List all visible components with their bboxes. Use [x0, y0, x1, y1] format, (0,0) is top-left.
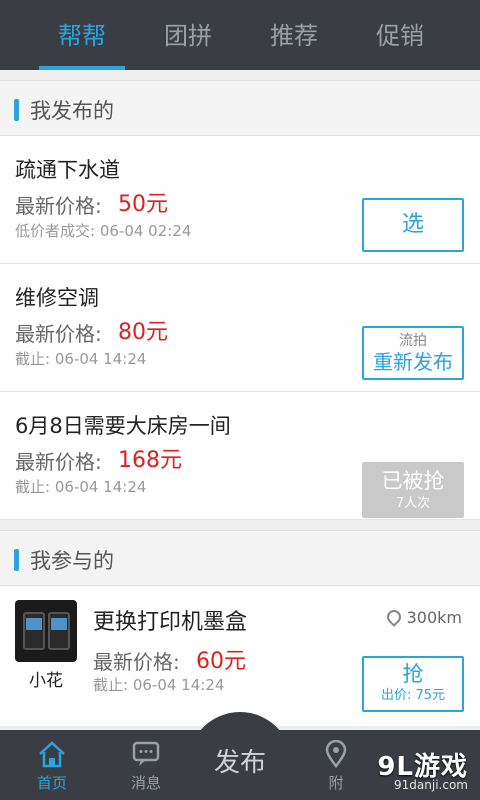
poster-username: 小花 [29, 671, 63, 691]
price-label: 最新价格: [15, 322, 102, 346]
item-title: 更换打印机墨盒 [93, 610, 248, 635]
price-value: 50元 [118, 192, 168, 217]
nav-messages-label: 消息 [130, 774, 161, 792]
main-content: 我发布的 疏通下水道 最新价格: 50元 低价者成交: 06-04 02:24 … [0, 70, 480, 730]
price-value: 168元 [118, 448, 182, 473]
post-item[interactable]: 6月8日需要大床房一间 最新价格: 168元 截止: 06-04 14:24 已… [0, 392, 480, 520]
select-button[interactable]: 选 [362, 198, 464, 252]
section-my-posts-header: 我发布的 [0, 80, 480, 136]
tab-tuanpin[interactable]: 团拼 [128, 0, 248, 70]
repost-status: 流拍 [399, 333, 427, 349]
post-item[interactable]: 疏通下水道 最新价格: 50元 低价者成交: 06-04 02:24 选 [0, 136, 480, 264]
tab-cuxiao[interactable]: 促销 [340, 0, 460, 70]
section-marker [14, 549, 19, 571]
section-gap [0, 520, 480, 530]
post-item[interactable]: 维修空调 最新价格: 80元 截止: 06-04 14:24 流拍 重新发布 [0, 264, 480, 392]
nav-messages[interactable]: 消息 [98, 730, 194, 800]
grab-label: 抢 [402, 662, 424, 686]
grabbed-label: 已被抢 [381, 469, 445, 493]
grab-button[interactable]: 抢 出价: 75元 [362, 656, 464, 712]
location-pin-icon [383, 607, 404, 627]
spacer [0, 70, 480, 80]
item-title: 维修空调 [15, 286, 99, 310]
location-icon [321, 739, 351, 769]
tab-label: 推荐 [270, 22, 318, 50]
top-tab-bar: 帮帮 团拼 推荐 促销 [0, 0, 480, 70]
section-title: 我参与的 [30, 549, 114, 573]
item-title: 6月8日需要大床房一间 [15, 414, 231, 438]
tab-tuijian[interactable]: 推荐 [234, 0, 354, 70]
tab-label: 促销 [376, 22, 424, 50]
item-title: 疏通下水道 [15, 158, 120, 182]
cartridge-label [51, 618, 67, 630]
watermark: 9L游戏 91danji.com [350, 746, 470, 796]
item-subtext: 截止: 06-04 14:24 [15, 478, 147, 496]
section-marker [14, 99, 19, 121]
price-value: 60元 [196, 649, 246, 674]
tab-bangbang[interactable]: 帮帮 [22, 0, 142, 70]
grabbed-count: 7人次 [395, 496, 431, 511]
participation-item[interactable]: 小花 更换打印机墨盒 300km 最新价格: 60元 截止: 06-04 14:… [0, 586, 480, 726]
tab-label: 团拼 [164, 22, 212, 50]
home-icon [37, 740, 67, 768]
item-thumbnail [15, 600, 77, 662]
item-subtext: 截止: 06-04 14:24 [93, 676, 225, 694]
grabbed-status-button[interactable]: 已被抢 7人次 [362, 462, 464, 518]
distance: 300km [383, 607, 462, 627]
price-label: 最新价格: [15, 194, 102, 218]
price-label: 最新价格: [15, 450, 102, 474]
repost-button[interactable]: 流拍 重新发布 [362, 326, 464, 380]
distance-value: 300km [406, 608, 462, 627]
watermark-url: 91danji.com [394, 778, 468, 792]
section-title: 我发布的 [30, 99, 114, 123]
item-subtext: 截止: 06-04 14:24 [15, 350, 147, 368]
item-subtext: 低价者成交: 06-04 02:24 [15, 222, 192, 240]
repost-label: 重新发布 [373, 350, 453, 374]
cartridge-label [26, 618, 42, 630]
price-label: 最新价格: [93, 650, 180, 674]
section-my-participation-header: 我参与的 [0, 530, 480, 586]
select-button-label: 选 [401, 212, 424, 237]
message-icon [131, 740, 161, 768]
nav-home[interactable]: 首页 [4, 730, 100, 800]
price-value: 80元 [118, 320, 168, 345]
publish-label: 发布 [213, 748, 266, 778]
tab-label: 帮帮 [58, 22, 106, 50]
bid-price: 出价: 75元 [380, 688, 446, 703]
nav-home-label: 首页 [36, 774, 67, 792]
